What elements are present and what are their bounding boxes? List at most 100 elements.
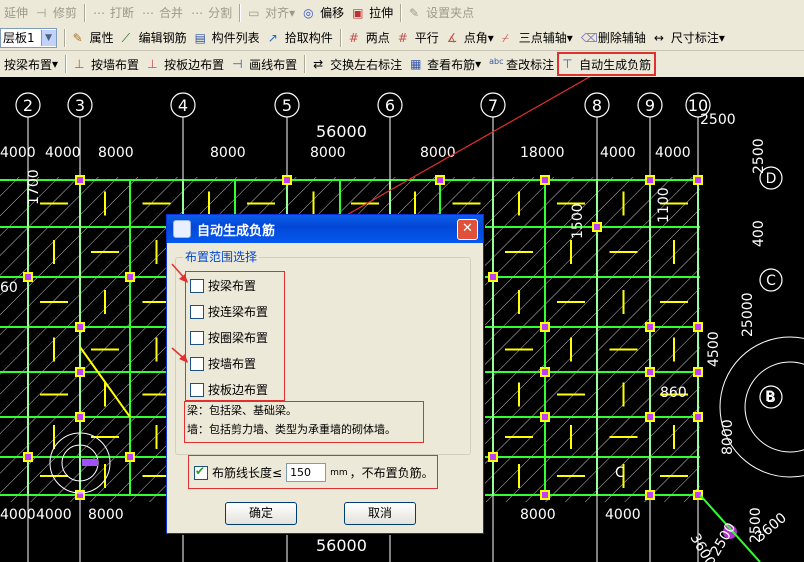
point-angle-icon: ∡ [446,30,458,45]
total-dimension-top: 56000 [316,122,367,141]
pencil-icon: ✎ [409,5,420,20]
point-angle-button[interactable]: ∡ 点角 ▾ [443,27,498,49]
column-node [435,175,445,185]
auto-negative-rebar-dialog: 自动生成负筋 ✕ 布置范围选择 按梁布置 按连梁布置 按圈梁布置 按墙布置 按板… [166,214,484,534]
option-by-beam[interactable]: 按梁布置 [190,277,256,294]
parallel-button[interactable]: # 平行 [394,27,443,49]
edit-label-button[interactable]: abc 查改标注 [485,53,558,75]
edit-toolbar: 延伸 ⊣ 修剪 ⋯ 打断 ⋯ 合并 ⋯ 分割 ▭ 对齐 ▾ ◎ 偏移 ▣ 拉伸 ✎ 设置夹点 [0,0,804,26]
length-input[interactable]: 150 [286,463,327,482]
extend-button[interactable]: 延伸 [0,2,32,24]
top-dimension: 4000 [600,145,636,161]
by-wall-button[interactable]: ⊥ 按墙布置 [70,53,143,75]
checkbox[interactable] [190,278,204,293]
length-unit: mm [330,467,348,478]
column-node [75,490,85,500]
checkbox[interactable] [190,382,204,397]
merge-button[interactable]: ⋯ 合并 [138,2,187,24]
three-point-axis-button[interactable]: ⌿ 三点辅轴 ▾ [498,27,577,49]
break-button[interactable]: ⋯ 打断 [89,2,138,24]
layer-select[interactable]: 层板1 ▼ [0,27,57,48]
component-list-button[interactable]: ▤ 构件列表 [191,27,264,49]
dialog-titlebar: 自动生成负筋 [167,215,483,243]
set-grip-button[interactable]: ✎ 设置夹点 [405,2,478,24]
two-point-button[interactable]: # 两点 [345,27,394,49]
column-node [540,322,550,332]
wall-icon: ⊥ [74,57,85,71]
delete-axis-button[interactable]: ⌫ 删除辅轴 [577,27,650,49]
column-node [645,322,655,332]
separator [65,55,68,73]
axis-letter-C: C [766,273,776,289]
offset-button[interactable]: ◎ 偏移 [299,2,348,24]
align-button[interactable]: ▭ 对齐 ▾ [244,2,299,24]
column-node [23,272,33,282]
swap-labels-button[interactable]: ⇄ 交换左右标注 [309,53,406,75]
edit-rebar-icon: ⟋ [121,30,131,45]
list-icon: ▤ [194,30,207,45]
cancel-button[interactable]: 取消 [344,502,416,525]
trim-button[interactable]: ⊣ 修剪 [32,2,81,24]
by-beam-button[interactable]: 按梁布置 ▾ [0,53,62,75]
option-by-slab-edge[interactable]: 按板边布置 [190,381,268,398]
separator [84,3,87,22]
total-dimension-bottom: 56000 [316,536,367,555]
note-line-beam: 梁：包括梁、基础梁。 [187,404,297,417]
column-node [693,367,703,377]
misc-dimension: 1100 [656,187,672,223]
option-by-ring-beam[interactable]: 按圈梁布置 [190,329,268,346]
properties-button[interactable]: ✎ 属性 [69,27,118,49]
separator [63,28,66,47]
column-node [125,452,135,462]
column-node [75,367,85,377]
pick-component-button[interactable]: ↗ 拾取构件 [264,27,337,49]
parallel-icon: # [397,30,408,45]
dimension-button[interactable]: ↔ 尺寸标注 ▾ [650,27,729,49]
break-icon: ⋯ [93,5,106,20]
column-node [693,412,703,422]
grid-letter-c: C [615,465,625,481]
length-row: 布筋线长度≤ 150 mm ，不布置负筋。 [194,463,434,482]
checkbox[interactable] [190,304,204,319]
eraser-icon: ⌫ [580,30,598,45]
length-label: 布筋线长度≤ [212,466,283,480]
column-node [693,175,703,185]
option-by-wall[interactable]: 按墙布置 [190,355,256,372]
stretch-button[interactable]: ▣ 拉伸 [348,2,397,24]
top-dimension: 8000 [210,145,246,161]
note-text: 梁：包括梁、基础梁。 墙：包括剪力墙、类型为承重墙的砌体墙。 [187,401,396,439]
top-dimension: 4000 [0,145,36,161]
auto-rebar-icon: ⊤ [562,57,573,71]
column-node [592,222,602,232]
note-line-wall: 墙：包括剪力墙、类型为承重墙的砌体墙。 [187,423,396,436]
draw-line-button[interactable]: ⊣ 画线布置 [228,53,301,75]
dimension-icon: ↔ [653,30,664,45]
bottom-dimension: 8000 [88,507,124,523]
close-button[interactable]: ✕ [457,219,478,240]
axis-number-4: 4 [178,96,188,115]
right-dimension: 4500 [706,331,722,367]
top-dimension: 2500 [700,112,736,128]
bottom-dimension: 4000 [605,507,641,523]
checkbox[interactable] [190,330,204,345]
top-dimension: 4000 [655,145,691,161]
detail-marker [82,459,98,466]
two-point-icon: # [348,30,359,45]
close-icon: ✕ [462,221,473,236]
misc-dimension: 1700 [26,169,42,205]
edit-rebar-button[interactable]: ⟋ 编辑钢筋 [118,27,191,49]
length-checkbox[interactable] [194,464,208,480]
column-node [540,490,550,500]
auto-negative-rebar-button[interactable]: ⊤ 自动生成负筋 [557,52,657,76]
split-button[interactable]: ⋯ 分割 [187,2,236,24]
top-dimension: 8000 [98,145,134,161]
ok-button[interactable]: 确定 [225,502,297,525]
bottom-dimension: 8000 [520,507,556,523]
by-slab-edge-button[interactable]: ⊥ 按板边布置 [143,53,228,75]
right-dimension: 8000 [720,419,736,455]
option-by-coupling-beam[interactable]: 按连梁布置 [190,303,268,320]
checkbox[interactable] [190,356,204,371]
view-rebar-button[interactable]: ▦ 查看布筋 ▾ [406,53,485,75]
column-node [488,272,498,282]
column-node [540,412,550,422]
